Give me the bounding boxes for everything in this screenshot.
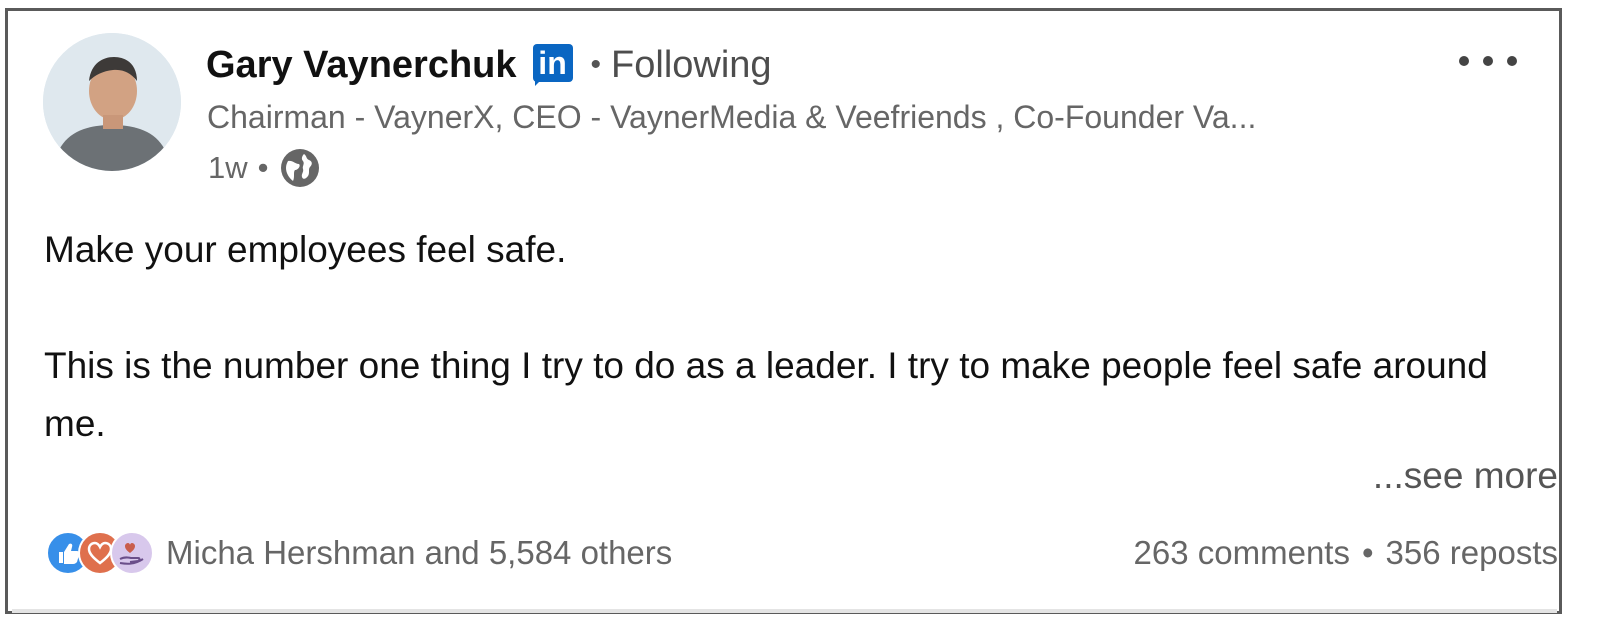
post-time: 1w bbox=[208, 150, 248, 185]
see-more-button[interactable]: ...see more bbox=[1373, 455, 1558, 497]
separator-dot: • bbox=[590, 48, 602, 81]
reactions-summary[interactable]: Micha Hershman and 5,584 others bbox=[46, 528, 672, 578]
more-horizontal-icon bbox=[1459, 56, 1517, 66]
person-avatar-icon bbox=[43, 33, 181, 171]
reposts-count[interactable]: 356 reposts bbox=[1386, 534, 1558, 572]
post-body: Make your employees feel safe. This is t… bbox=[44, 221, 1514, 453]
card-shadow bbox=[12, 609, 1557, 613]
post-paragraph: This is the number one thing I try to do… bbox=[44, 345, 1488, 444]
author-line: Gary Vaynerchuk in • Following bbox=[206, 40, 772, 90]
post-meta: 1w • bbox=[208, 146, 321, 190]
globe-icon bbox=[280, 149, 319, 187]
support-icon bbox=[110, 531, 154, 575]
follow-status[interactable]: Following bbox=[611, 44, 772, 87]
linkedin-icon: in bbox=[532, 44, 573, 86]
linkedin-badge-text: in bbox=[532, 44, 573, 82]
reactors-text[interactable]: Micha Hershman and 5,584 others bbox=[166, 534, 672, 572]
more-options-button[interactable] bbox=[1455, 46, 1521, 76]
separator-dot: • bbox=[1361, 534, 1374, 571]
engagement-stats: 263 comments • 356 reposts bbox=[1134, 530, 1558, 576]
author-name[interactable]: Gary Vaynerchuk bbox=[206, 44, 517, 87]
separator-dot: • bbox=[257, 150, 269, 185]
comments-count[interactable]: 263 comments bbox=[1134, 534, 1350, 572]
author-headline: Chairman - VaynerX, CEO - VaynerMedia & … bbox=[207, 99, 1257, 135]
post-paragraph: Make your employees feel safe. bbox=[44, 229, 567, 270]
author-avatar[interactable] bbox=[43, 33, 181, 171]
